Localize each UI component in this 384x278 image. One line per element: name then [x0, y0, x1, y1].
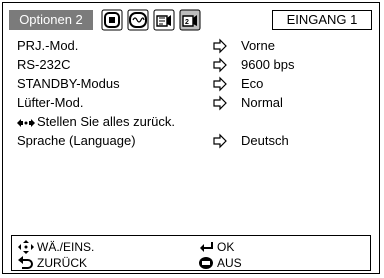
- menu-item-label: Sprache (Language): [17, 133, 136, 148]
- four-way-arrow-icon: [18, 239, 34, 254]
- menu-item-label: PRJ.-Mod.: [17, 38, 79, 53]
- footer-help-bar: WÄ./EINS. OK ZURÜCK AUS: [11, 235, 371, 271]
- reset-icon: [17, 118, 35, 128]
- menu-item-label: Stellen Sie alles zurück.: [37, 114, 176, 129]
- arrow-right-icon: [212, 76, 228, 92]
- menu-item-fan-mode[interactable]: Lüfter-Mod.: [17, 94, 83, 112]
- input-indicator: EINGANG 1: [272, 10, 372, 30]
- menu-item-label: STANDBY-Modus: [17, 76, 120, 91]
- menu-item-standby-mode[interactable]: STANDBY-Modus: [17, 75, 120, 93]
- menu-item-value[interactable]: Eco: [241, 75, 263, 93]
- tab-options-2[interactable]: Optionen 2: [9, 10, 93, 30]
- menu-button-icon: [198, 256, 214, 270]
- menu-item-label: Lüfter-Mod.: [17, 95, 84, 110]
- enter-icon: [198, 240, 214, 254]
- options1-tab-icon[interactable]: [153, 9, 175, 31]
- arrow-right-icon: [212, 133, 228, 149]
- ok-hint: OK: [198, 238, 234, 255]
- back-hint: ZURÜCK: [18, 254, 87, 271]
- menu-item-value[interactable]: 9600 bps: [241, 56, 295, 74]
- menu-item-reset-all[interactable]: Stellen Sie alles zurück.: [17, 113, 175, 131]
- menu-item-label: RS-232C: [17, 57, 71, 72]
- menu-item-value[interactable]: Normal: [241, 94, 283, 112]
- sync-tab-icon[interactable]: [127, 9, 149, 31]
- options2-tab-icon[interactable]: 2: [179, 9, 201, 31]
- arrow-right-icon: [212, 95, 228, 111]
- menu-item-value[interactable]: Deutsch: [241, 132, 289, 150]
- menu-item-language[interactable]: Sprache (Language): [17, 132, 136, 150]
- menu-item-value[interactable]: Vorne: [241, 37, 275, 55]
- arrow-right-icon: [212, 57, 228, 73]
- projector-menu-panel: Optionen 2 2 EINGANG 1 PRJ.-Mod. Vorne R…: [2, 2, 380, 274]
- arrow-right-icon: [212, 38, 228, 54]
- picture-tab-icon[interactable]: [101, 9, 123, 31]
- menu-item-rs232c[interactable]: RS-232C: [17, 56, 70, 74]
- return-icon: [18, 255, 34, 270]
- svg-text:2: 2: [185, 19, 189, 26]
- off-hint: AUS: [198, 254, 242, 271]
- select-hint: WÄ./EINS.: [18, 238, 94, 255]
- menu-item-prj-mode[interactable]: PRJ.-Mod.: [17, 37, 78, 55]
